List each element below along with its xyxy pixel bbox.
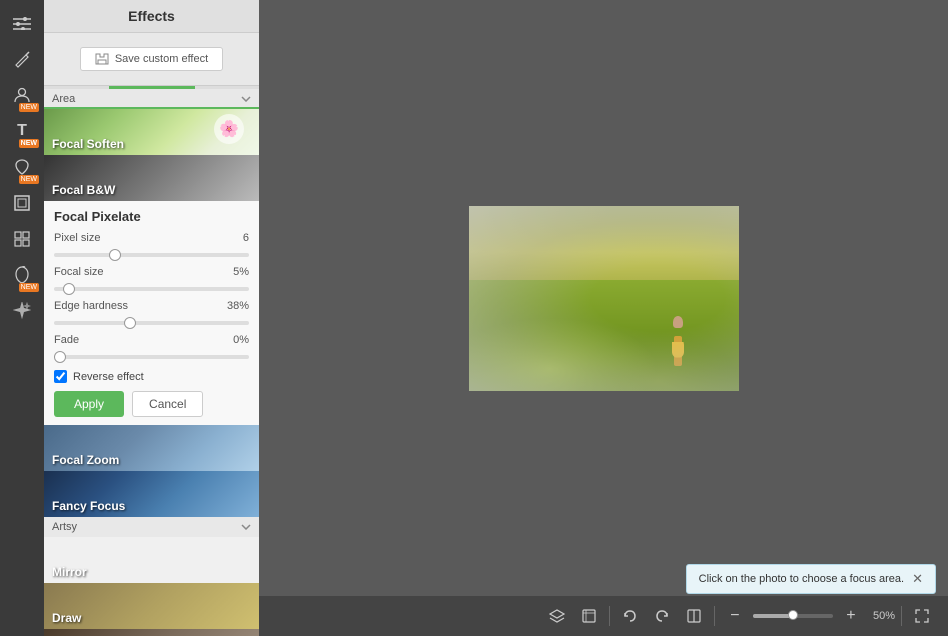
brush-tool[interactable] bbox=[7, 44, 37, 74]
crop-button[interactable] bbox=[575, 602, 603, 630]
focal-zoom-label: Focal Zoom bbox=[44, 449, 259, 471]
fancy-focus-label: Fancy Focus bbox=[44, 495, 259, 517]
tooltip-close-button[interactable]: ✕ bbox=[912, 571, 923, 587]
draw-effect[interactable]: Draw bbox=[44, 583, 259, 629]
pixel-size-input[interactable] bbox=[54, 253, 249, 257]
pixel-size-slider-row: Pixel size 6 bbox=[54, 232, 249, 260]
focal-size-value: 5% bbox=[233, 266, 249, 278]
chevron-down-artsy-icon bbox=[241, 524, 251, 530]
cancel-button[interactable]: Cancel bbox=[132, 391, 203, 417]
zoom-in-button[interactable]: + bbox=[837, 602, 865, 630]
toolbar-separator-2 bbox=[714, 606, 715, 626]
focal-size-slider-row: Focal size 5% bbox=[54, 266, 249, 294]
category-area-header: Area bbox=[44, 89, 259, 109]
fullscreen-button[interactable] bbox=[908, 602, 936, 630]
canvas[interactable] bbox=[259, 0, 948, 596]
new-badge: NEW bbox=[19, 103, 39, 112]
nature-tool[interactable]: NEW bbox=[7, 152, 37, 182]
toolbar-separator-1 bbox=[609, 606, 610, 626]
focal-pixelate-title: Focal Pixelate bbox=[54, 209, 249, 224]
edge-hardness-slider-row: Edge hardness 38% bbox=[54, 300, 249, 328]
reverse-effect-label[interactable]: Reverse effect bbox=[73, 371, 144, 383]
main-canvas-area: Click on the photo to choose a focus are… bbox=[259, 0, 948, 636]
left-toolbar: NEW T NEW NEW NEW bbox=[0, 0, 44, 636]
fade-slider-row: Fade 0% bbox=[54, 334, 249, 362]
undo-button[interactable] bbox=[616, 602, 644, 630]
effects-scroll-area[interactable]: Area 🌸 Focal Soften Focal B&W Focal Pixe… bbox=[44, 89, 259, 636]
draw-label: Draw bbox=[44, 607, 259, 629]
new-badge-food: NEW bbox=[19, 283, 39, 292]
effects-tool[interactable] bbox=[7, 296, 37, 326]
main-photo[interactable] bbox=[469, 206, 739, 391]
fade-label: Fade bbox=[54, 334, 79, 346]
apply-button[interactable]: Apply bbox=[54, 391, 124, 417]
category-artsy-header: Artsy bbox=[44, 517, 259, 537]
focal-pixelate-controls: Focal Pixelate Pixel size 6 Focal size 5… bbox=[44, 201, 259, 425]
redo-button[interactable] bbox=[648, 602, 676, 630]
focal-bw-effect[interactable]: Focal B&W bbox=[44, 155, 259, 201]
focal-zoom-effect[interactable]: Focal Zoom bbox=[44, 425, 259, 471]
film-grain-effect[interactable]: Film Grain bbox=[44, 629, 259, 636]
texture-tool[interactable] bbox=[7, 224, 37, 254]
fade-input[interactable] bbox=[54, 355, 249, 359]
reverse-effect-row: Reverse effect bbox=[54, 370, 249, 383]
focal-size-label: Focal size bbox=[54, 266, 104, 278]
tooltip-text: Click on the photo to choose a focus are… bbox=[699, 573, 904, 585]
zoom-out-button[interactable]: − bbox=[721, 602, 749, 630]
focal-soften-label: Focal Soften bbox=[44, 133, 259, 155]
edge-hardness-input[interactable] bbox=[54, 321, 249, 325]
focal-bw-label: Focal B&W bbox=[44, 179, 259, 201]
layers-button[interactable] bbox=[543, 602, 571, 630]
new-badge-text: NEW bbox=[19, 139, 39, 148]
bottom-toolbar: − + 50% bbox=[259, 596, 948, 636]
zoom-slider[interactable] bbox=[753, 614, 833, 618]
frame-tool[interactable] bbox=[7, 188, 37, 218]
effects-panel: Effects Save custom effect Area 🌸 bbox=[44, 0, 259, 636]
new-badge-nature: NEW bbox=[19, 175, 39, 184]
zoom-value: 50% bbox=[873, 610, 895, 622]
photo-container[interactable] bbox=[469, 206, 739, 391]
filters-tool[interactable] bbox=[7, 8, 37, 38]
text-tool[interactable]: T NEW bbox=[7, 116, 37, 146]
compare-button[interactable] bbox=[680, 602, 708, 630]
pixel-size-value: 6 bbox=[243, 232, 249, 244]
photo-blur-overlay bbox=[469, 206, 739, 391]
focus-area-tooltip: Click on the photo to choose a focus are… bbox=[686, 564, 936, 594]
edge-hardness-label: Edge hardness bbox=[54, 300, 128, 312]
panel-title: Effects bbox=[44, 0, 259, 33]
toolbar-separator-3 bbox=[901, 606, 902, 626]
mirror-label: Mirror bbox=[44, 561, 259, 583]
fade-value: 0% bbox=[233, 334, 249, 346]
fancy-focus-effect[interactable]: Fancy Focus bbox=[44, 471, 259, 517]
portrait-tool[interactable]: NEW bbox=[7, 80, 37, 110]
apply-cancel-row: Apply Cancel bbox=[54, 391, 249, 417]
save-custom-effect-button[interactable]: Save custom effect bbox=[80, 47, 223, 71]
reverse-effect-checkbox[interactable] bbox=[54, 370, 67, 383]
mirror-effect[interactable]: Mirror bbox=[44, 537, 259, 583]
chevron-down-icon bbox=[241, 96, 251, 102]
pixel-size-label: Pixel size bbox=[54, 232, 100, 244]
edge-hardness-value: 38% bbox=[227, 300, 249, 312]
focal-soften-effect[interactable]: 🌸 Focal Soften bbox=[44, 109, 259, 155]
film-grain-bg bbox=[44, 629, 259, 636]
focal-size-input[interactable] bbox=[54, 287, 249, 291]
food-tool[interactable]: NEW bbox=[7, 260, 37, 290]
